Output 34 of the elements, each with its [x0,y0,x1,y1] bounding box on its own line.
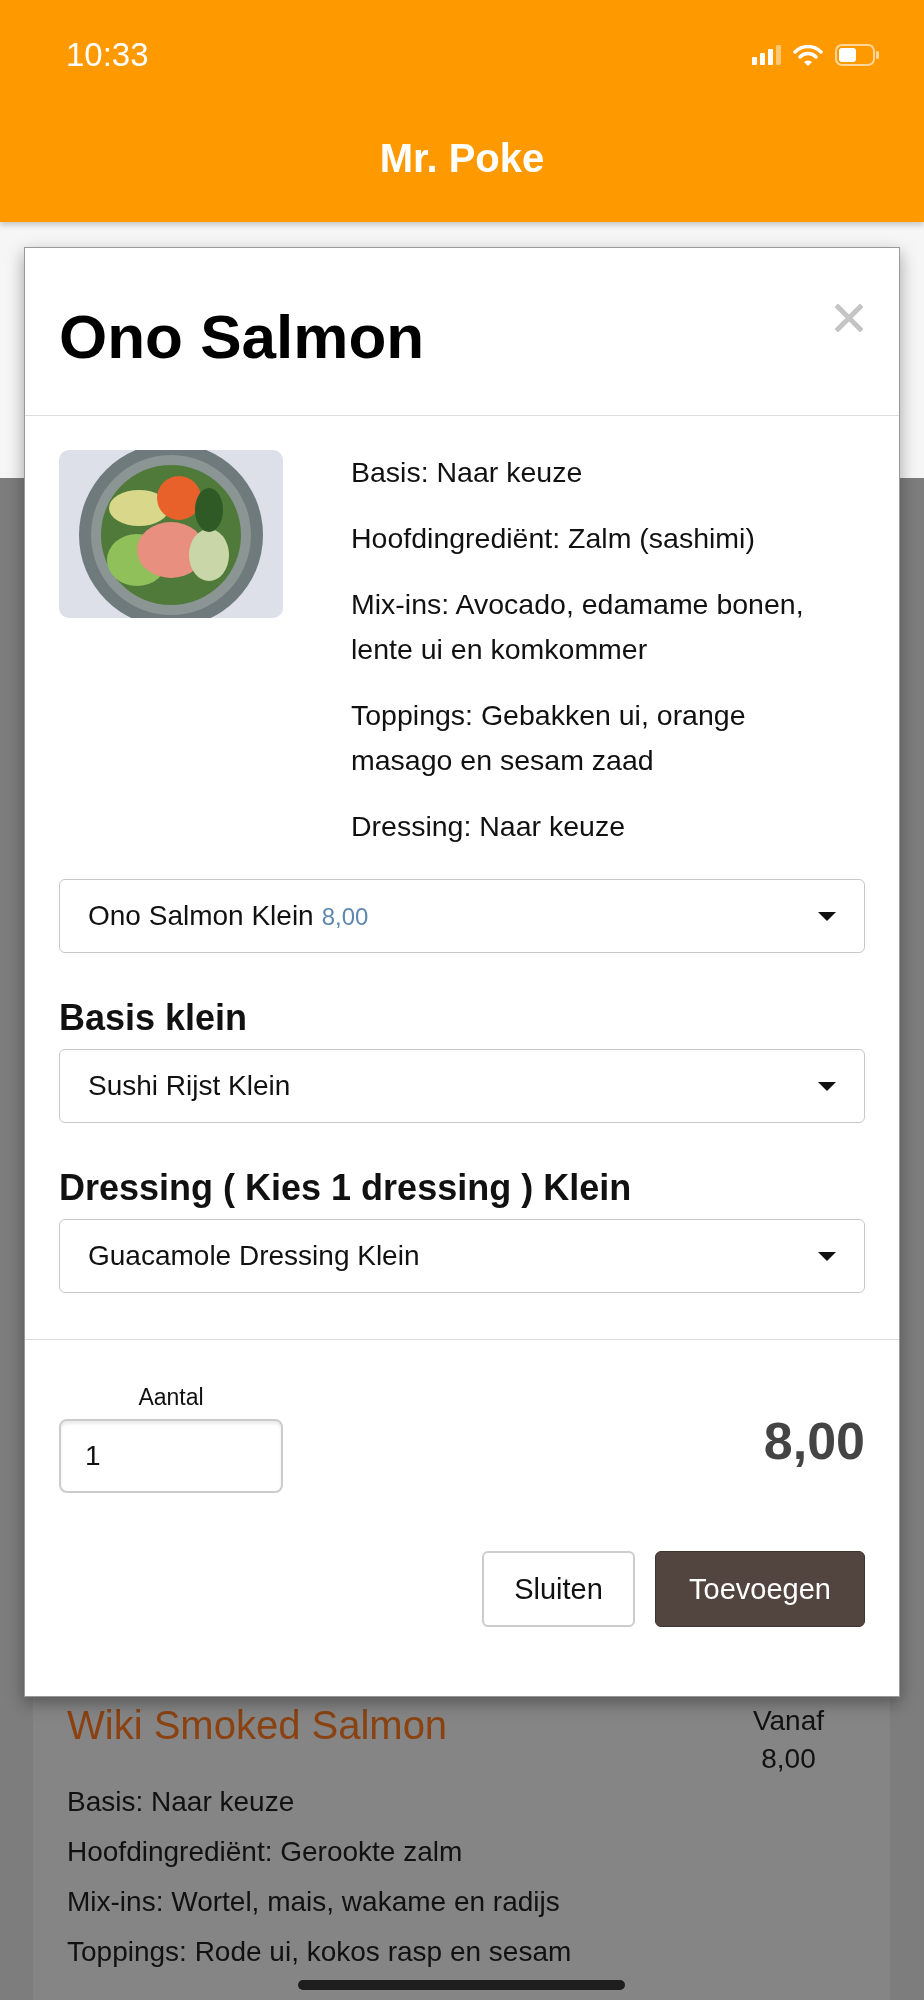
dropdown[interactable]: Guacamole Dressing Klein [59,1219,865,1293]
dropdown[interactable]: Sushi Rijst Klein [59,1049,865,1123]
item-title: Wiki Smoked Salmon [67,1702,448,1748]
battery-icon [835,44,880,66]
signal-icon [752,45,781,65]
total-price: 8,00 [763,1410,865,1471]
description-line: Dressing: Naar keuze [351,809,627,844]
item-description: Basis: Naar keuze [67,1785,296,1819]
option-price: 8,00 [321,903,369,930]
quantity-label: Aantal [138,1384,204,1411]
description-line: Mix-ins: Avocado, edamame bonen, lente ui en komkommer [351,587,805,667]
close-text-button[interactable]: Sluiten [482,1551,635,1627]
item-description: Hoofdingrediënt: Gerookte zalm [67,1835,464,1869]
description-line: Hoofdingrediënt: Zalm (sashimi) [351,521,756,556]
add-button[interactable]: Toevoegen [655,1551,865,1627]
option-label: Dressing ( Kies 1 dressing ) Klein [59,1167,633,1209]
description-line: Toppings: Gebakken ui, orange masago en sesam zaad [351,698,747,778]
quantity-field[interactable]: 1 [59,1419,283,1493]
dropdown-value: Ono Salmon Klein [88,900,314,931]
caret-icon [818,911,836,921]
item-description: Mix-ins: Wortel, mais, wakame en radijs [67,1885,561,1919]
wifi-icon [793,43,823,67]
caret-icon [818,1251,836,1261]
caret-icon [818,1081,836,1091]
description-line: Basis: Naar keuze [351,455,584,490]
app-title: Mr. Poke [378,136,546,181]
dropdown[interactable]: Ono Salmon Klein 8,00 [59,879,865,953]
modal-title: Ono Salmon [59,301,425,372]
item-price: 8,00 [761,1742,816,1776]
price-prefix: Vanaf [752,1704,824,1738]
item-description: Toppings: Rode ui, kokos rasp en sesam [67,1935,573,1969]
option-label: Basis klein [59,997,249,1039]
status-time: 10:33 [66,36,149,74]
close-icon [835,303,863,332]
